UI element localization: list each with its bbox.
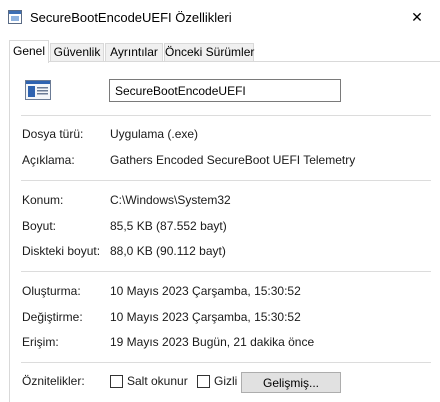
file-type-value: Uygulama (.exe) [110, 127, 199, 141]
separator [21, 271, 431, 272]
size-on-disk-value: 88,0 KB (90.112 bayt) [110, 244, 226, 258]
created-value: 10 Mayıs 2023 Çarşamba, 15:30:52 [110, 284, 301, 298]
description-value: Gathers Encoded SecureBoot UEFI Telemetr… [110, 153, 356, 167]
accessed-label: Erişim: [22, 335, 59, 349]
hidden-checkbox-label[interactable]: Gizli [214, 374, 237, 388]
executable-file-icon [25, 80, 51, 100]
close-icon: ✕ [411, 8, 423, 25]
size-on-disk-label: Diskteki boyut: [22, 244, 101, 258]
separator [21, 180, 431, 181]
file-name-input[interactable] [109, 79, 341, 102]
tab-previous-versions[interactable]: Önceki Sürümler [164, 43, 254, 62]
window-title: SecureBootEncodeUEFI Özellikleri [30, 10, 232, 25]
readonly-checkbox-label[interactable]: Salt okunur [127, 374, 188, 388]
tab-security[interactable]: Güvenlik [50, 43, 104, 62]
separator [21, 115, 431, 116]
advanced-button[interactable]: Gelişmiş... [241, 372, 341, 393]
attributes-label: Öznitelikler: [22, 374, 85, 388]
close-button[interactable]: ✕ [394, 0, 440, 34]
modified-value: 10 Mayıs 2023 Çarşamba, 15:30:52 [110, 310, 301, 324]
readonly-checkbox[interactable] [110, 375, 123, 388]
separator [21, 362, 431, 363]
tab-general[interactable]: Genel [9, 40, 49, 63]
tab-details[interactable]: Ayrıntılar [105, 43, 163, 62]
title-bar: SecureBootEncodeUEFI Özellikleri ✕ [0, 0, 440, 36]
file-type-label: Dosya türü: [22, 127, 84, 141]
size-value: 85,5 KB (87.552 bayt) [110, 219, 227, 233]
size-label: Boyut: [22, 219, 57, 233]
location-value[interactable]: C:\Windows\System32 [110, 193, 231, 207]
created-label: Oluşturma: [22, 284, 81, 298]
accessed-value: 19 Mayıs 2023 Bugün, 21 dakika önce [110, 335, 315, 349]
hidden-checkbox[interactable] [197, 375, 210, 388]
description-label: Açıklama: [22, 153, 75, 167]
location-label: Konum: [22, 193, 64, 207]
modified-label: Değiştirme: [22, 310, 83, 324]
application-window-icon [8, 10, 22, 24]
